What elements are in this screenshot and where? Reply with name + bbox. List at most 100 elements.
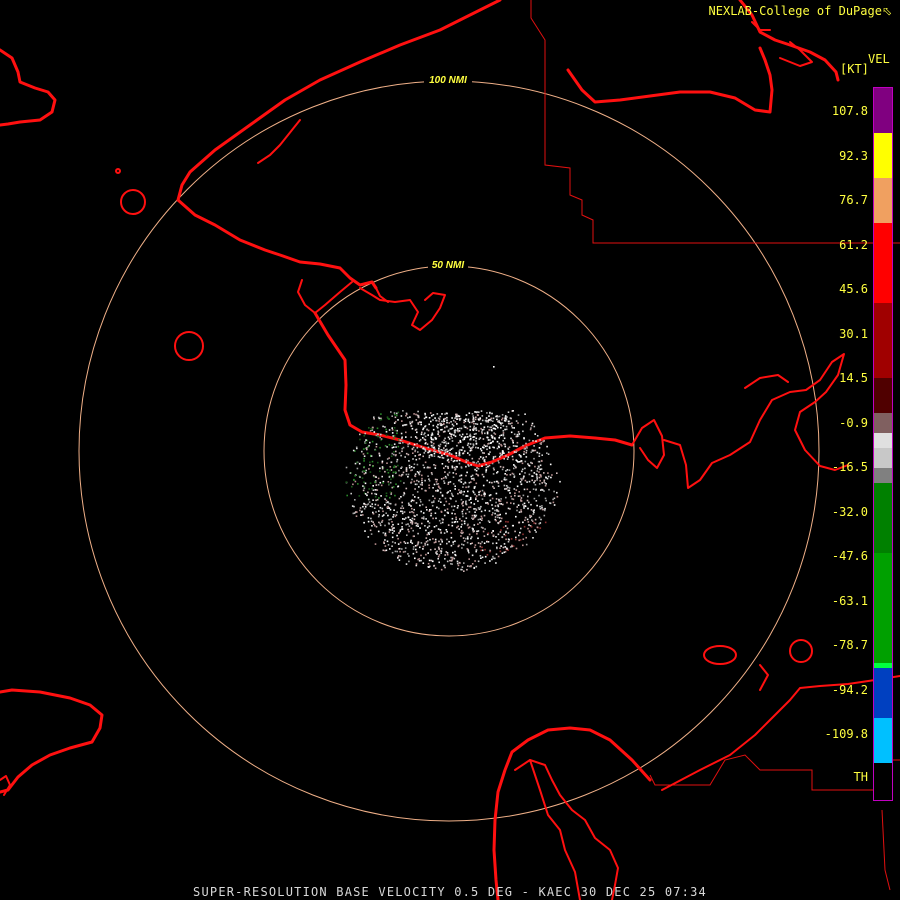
echo-gate — [487, 453, 490, 455]
echo-gate — [494, 433, 497, 435]
echo-gate — [472, 477, 475, 480]
echo-gate — [438, 435, 441, 437]
echo-gate — [454, 468, 456, 471]
echo-gate — [418, 457, 421, 460]
echo-gate — [459, 449, 461, 451]
echo-gate — [525, 420, 527, 423]
echo-gate — [438, 548, 440, 550]
echo-gate — [484, 492, 486, 495]
echo-gate — [434, 417, 436, 419]
echo-gate — [517, 504, 520, 506]
echo-gate — [414, 496, 416, 498]
echo-gate — [483, 542, 486, 544]
echo-gate — [523, 525, 526, 528]
echo-gate — [539, 439, 541, 441]
echo-gate — [443, 423, 445, 425]
echo-gate — [422, 427, 425, 429]
echo-gate — [518, 491, 520, 493]
echo-gate — [428, 478, 430, 480]
echo-gate — [496, 472, 498, 474]
echo-gate — [484, 509, 486, 512]
echo-gate — [491, 497, 494, 500]
echo-gate — [480, 505, 482, 508]
echo-gate — [367, 491, 369, 494]
echo-gate — [405, 517, 407, 519]
echo-gate — [433, 446, 436, 449]
echo-gate — [469, 506, 472, 508]
echo-gate — [473, 420, 475, 423]
echo-gate — [519, 473, 521, 475]
echo-gate — [456, 444, 458, 447]
echo-gate — [416, 483, 418, 486]
echo-gate — [519, 539, 522, 541]
echo-gate — [463, 570, 465, 572]
echo-gate — [480, 449, 483, 452]
echo-gate — [472, 429, 475, 432]
echo-gate — [524, 472, 526, 474]
echo-gate — [414, 557, 416, 560]
echo-gate — [449, 490, 451, 492]
echo-gate — [452, 483, 455, 485]
echo-gate — [474, 560, 476, 562]
echo-gate — [495, 542, 498, 544]
echo-gate — [447, 465, 449, 468]
echo-gate — [486, 412, 488, 414]
echo-gate — [532, 537, 534, 539]
echo-gate — [364, 530, 366, 532]
echo-gate — [403, 541, 406, 543]
echo-gate — [527, 521, 530, 523]
echo-gate — [443, 467, 445, 469]
echo-gate — [444, 558, 446, 560]
echo-gate — [378, 454, 381, 457]
echo-gate — [425, 490, 427, 492]
echo-gate — [464, 436, 466, 439]
echo-gate — [351, 485, 353, 488]
echo-gate — [387, 514, 389, 517]
echo-gate — [455, 413, 457, 416]
echo-gate — [418, 480, 420, 483]
echo-gate — [389, 502, 392, 505]
colorbar-band — [874, 378, 892, 413]
echo-gate — [520, 509, 522, 511]
echo-gate — [448, 503, 451, 505]
echo-gate — [504, 417, 506, 420]
echo-gate — [453, 557, 456, 560]
echo-gate — [525, 449, 528, 452]
echo-gate — [524, 460, 527, 463]
echo-gate — [413, 499, 415, 502]
echo-gate — [404, 547, 407, 549]
echo-gate — [528, 530, 531, 532]
echo-gate — [535, 489, 537, 491]
echo-gate — [462, 483, 465, 485]
echo-gate — [411, 507, 413, 510]
echo-gate — [540, 468, 543, 470]
echo-gate — [395, 450, 397, 453]
echo-gate — [380, 484, 383, 487]
echo-gate — [465, 414, 468, 416]
echo-gate — [487, 541, 490, 543]
echo-gate — [355, 446, 358, 449]
echo-gate — [399, 480, 402, 482]
echo-gate — [451, 563, 453, 565]
echo-gate — [484, 432, 486, 435]
echo-gate — [509, 481, 512, 483]
echo-gate — [547, 475, 550, 478]
echo-gate — [496, 509, 498, 511]
echo-gate — [352, 512, 355, 515]
echo-gate — [398, 474, 401, 477]
echo-gate — [345, 466, 348, 469]
echo-gate — [362, 505, 364, 508]
echo-gate — [441, 420, 443, 423]
echo-gate — [498, 461, 500, 464]
echo-gate — [433, 455, 436, 457]
echo-gate — [473, 508, 475, 510]
echo-gate — [443, 418, 445, 421]
echo-gate — [444, 441, 447, 443]
echo-gate — [481, 489, 484, 492]
echo-gate — [454, 417, 456, 419]
echo-gate — [429, 466, 431, 469]
echo-gate — [395, 454, 397, 456]
echo-gate — [422, 512, 425, 514]
echo-gate — [492, 557, 495, 560]
echo-gate — [529, 491, 531, 493]
